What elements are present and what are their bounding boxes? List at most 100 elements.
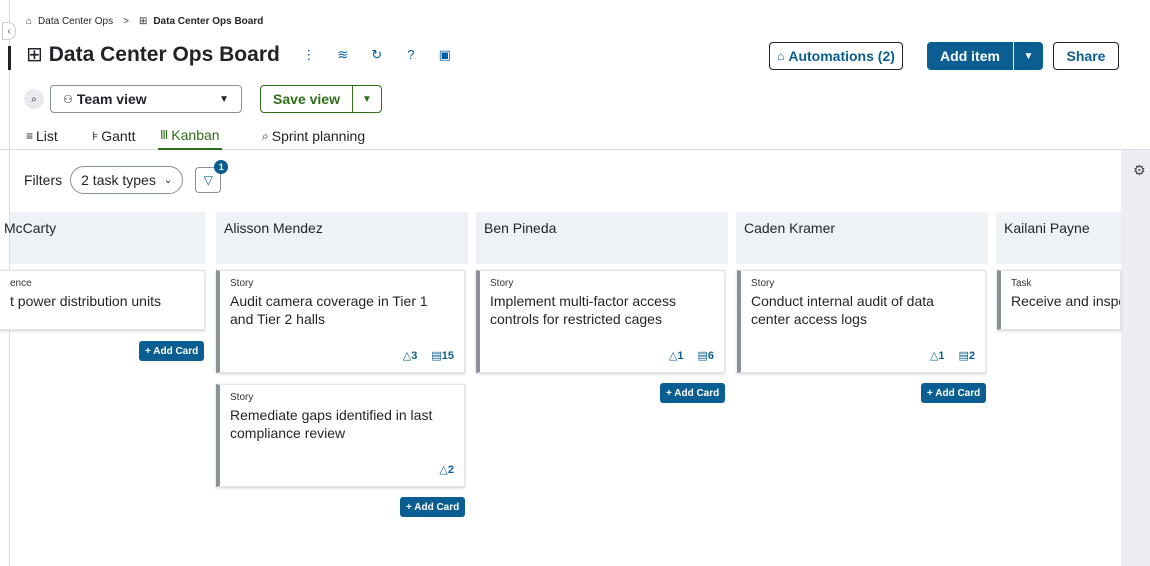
chevron-down-icon: ⌄ <box>163 174 173 186</box>
column-header: McCarty <box>4 212 205 264</box>
list-icon: ≡ <box>26 129 34 143</box>
card-title: Receive and inspe <box>1011 293 1121 309</box>
card-meta: △1 ▤2 <box>930 349 975 362</box>
add-card-button[interactable]: + Add Card <box>139 341 205 361</box>
caret-down-icon: ▼ <box>362 93 372 105</box>
save-view-button[interactable]: Save view <box>261 86 353 112</box>
card-title: Remediate gaps identified in last compli… <box>230 407 433 441</box>
page-title: Data Center Ops Board <box>48 42 280 66</box>
tab-label: Sprint planning <box>271 128 366 144</box>
kanban-icon: Ⅲ <box>160 128 169 142</box>
comment-icon: ▤ <box>431 350 442 362</box>
help-icon[interactable]: ? <box>402 47 420 62</box>
card-meta: △2 <box>439 463 454 476</box>
tab-kanban[interactable]: Ⅲ Kanban <box>158 122 222 150</box>
tab-sprint-planning[interactable]: ⌕ Sprint planning <box>260 122 367 150</box>
board-icon: ⊞ <box>138 16 148 27</box>
more-icon[interactable]: ⋮ <box>300 47 318 63</box>
add-item-split-button: Add item ▼ <box>927 42 1043 70</box>
sidebar-edge-marker <box>8 46 11 70</box>
card-title: Implement multi-factor access controls f… <box>490 293 676 327</box>
tab-label: Gantt <box>101 128 136 144</box>
column-header: Ben Pineda <box>476 212 728 264</box>
breadcrumb-parent[interactable]: Data Center Ops <box>38 16 113 27</box>
automations-button[interactable]: ⌂ Automations (2) <box>769 42 903 70</box>
tab-label: List <box>36 128 58 144</box>
gear-icon[interactable]: ⚙ <box>1133 162 1146 179</box>
add-item-dropdown-button[interactable]: ▼ <box>1013 42 1043 70</box>
task-type-filter-pill[interactable]: 2 task types ⌄ <box>70 166 184 194</box>
card-type: Story <box>230 278 254 289</box>
kanban-card[interactable]: Story Audit camera coverage in Tier 1 an… <box>216 270 465 373</box>
column-header: Caden Kramer <box>736 212 988 264</box>
card-type: Story <box>490 278 514 289</box>
filters-bar: Filters 2 task types ⌄ ▽ 1 <box>24 160 229 194</box>
robot-icon: ⌂ <box>777 49 785 63</box>
filter-button[interactable]: ▽ 1 <box>195 160 229 193</box>
save-view-split-button: Save view ▼ <box>260 85 382 113</box>
card-type: Story <box>230 392 254 403</box>
subtasks-count: △1 <box>929 350 945 362</box>
add-item-button[interactable]: Add item <box>927 42 1013 70</box>
filter-icon: ▽ <box>203 173 213 187</box>
save-view-dropdown-button[interactable]: ▼ <box>353 86 381 112</box>
tab-label: Kanban <box>171 127 220 143</box>
card-type: Task <box>1011 278 1032 289</box>
comment-icon: ▤ <box>958 350 969 362</box>
comments-count: ▤6 <box>697 350 714 362</box>
board-icon: ⊞ <box>26 44 43 66</box>
calendar-settings-icon[interactable]: ▣ <box>436 47 454 63</box>
refresh-icon[interactable]: ↻ <box>368 47 386 63</box>
team-icon: ⚇ <box>63 93 73 106</box>
sprint-icon: ⌕ <box>262 128 269 143</box>
comments-count: ▤2 <box>958 350 975 362</box>
add-card-button[interactable]: + Add Card <box>660 383 726 403</box>
add-card-button[interactable]: + Add Card <box>921 383 987 403</box>
subtask-icon: △ <box>439 464 448 476</box>
kanban-card[interactable]: Story Implement multi-factor access cont… <box>476 270 725 373</box>
kanban-card[interactable]: Story Conduct internal audit of data cen… <box>737 270 986 373</box>
card-type: ence <box>10 278 32 289</box>
tab-list[interactable]: ≡ List <box>24 122 60 150</box>
kanban-card[interactable]: Story Remediate gaps identified in last … <box>216 384 465 487</box>
column-title: McCarty <box>4 220 57 236</box>
card-meta: △3 ▤15 <box>403 349 454 362</box>
column-title: Alisson Mendez <box>224 220 323 236</box>
view-tabs: ≡ List ⊧ Gantt Ⅲ Kanban ⌕ Sprint plannin… <box>0 122 1150 150</box>
column-header: Kailani Payne <box>996 212 1121 264</box>
sidebar-collapse-button[interactable]: ‹ <box>2 22 16 40</box>
kanban-card[interactable]: Task Receive and inspe <box>997 270 1121 330</box>
add-card-button[interactable]: + Add Card <box>400 497 466 517</box>
column-header: Alisson Mendez <box>216 212 468 264</box>
column-title: Kailani Payne <box>1004 220 1090 236</box>
title-toolbar: ⋮ ≋ ↻ ? ▣ <box>300 47 454 63</box>
title-row: ⊞ Data Center Ops Board ⋮ ≋ ↻ ? ▣ <box>26 42 454 67</box>
share-button[interactable]: Share <box>1053 42 1119 70</box>
view-select[interactable]: ⚇ Team view ▼ <box>50 85 242 113</box>
breadcrumb: ⌂ Data Center Ops > ⊞ Data Center Ops Bo… <box>26 16 263 27</box>
card-title: t power distribution units <box>10 293 161 309</box>
comment-icon: ▤ <box>697 350 708 362</box>
chevron-left-icon: ‹ <box>7 25 11 37</box>
breadcrumb-separator: > <box>123 16 129 27</box>
filters-label: Filters <box>24 172 63 188</box>
card-type: Story <box>751 278 775 289</box>
column-title: Caden Kramer <box>744 220 836 236</box>
automations-label: Automations (2) <box>788 48 895 64</box>
caret-down-icon: ▼ <box>219 93 229 105</box>
breadcrumb-current: Data Center Ops Board <box>153 16 264 27</box>
column-title: Ben Pineda <box>484 220 557 236</box>
home-icon: ⌂ <box>26 16 33 27</box>
right-rail <box>1121 150 1150 566</box>
kanban-card[interactable]: ence t power distribution units <box>0 270 205 330</box>
subtasks-count: △1 <box>668 350 684 362</box>
tab-gantt[interactable]: ⊧ Gantt <box>90 122 138 150</box>
subtasks-count: △2 <box>439 464 454 476</box>
caret-down-icon: ▼ <box>1023 50 1034 62</box>
card-meta: △1 ▤6 <box>669 349 714 362</box>
settings-sliders-icon[interactable]: ≋ <box>334 47 352 63</box>
card-title: Audit camera coverage in Tier 1 and Tier… <box>230 293 428 327</box>
subtasks-count: △3 <box>402 350 418 362</box>
comments-count: ▤15 <box>431 350 454 362</box>
binoculars-icon: ⌕ <box>24 89 44 109</box>
